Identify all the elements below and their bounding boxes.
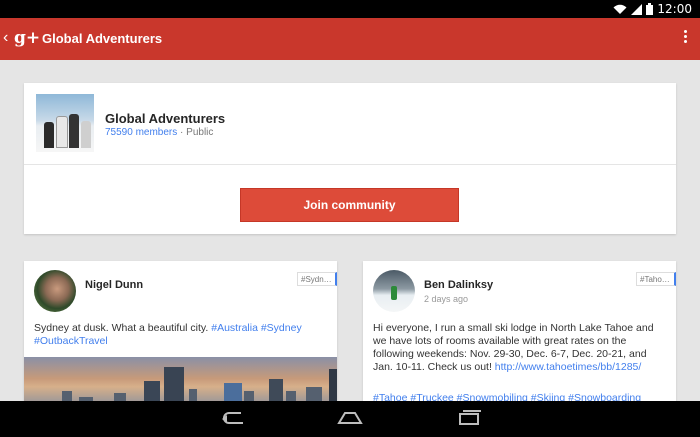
community-photo: [36, 94, 94, 152]
post-author[interactable]: Nigel Dunn: [85, 279, 143, 291]
status-bar: 12:00: [0, 0, 700, 18]
page-title: Global Adventurers: [42, 31, 163, 46]
community-name: Global Adventurers: [105, 111, 226, 126]
post-card[interactable]: Ben Dalinksy 2 days ago #Taho… Hi everyo…: [363, 261, 676, 411]
divider: [24, 164, 676, 165]
avatar[interactable]: [34, 270, 76, 312]
nav-home-icon[interactable]: [337, 410, 363, 426]
post-tag[interactable]: #Taho…: [636, 272, 676, 286]
post-timestamp: 2 days ago: [424, 294, 469, 304]
back-icon[interactable]: ‹: [3, 29, 8, 47]
post-text: Sydney at dusk. What a beautiful city. #…: [34, 322, 326, 348]
post-card[interactable]: Nigel Dunn #Sydn… Sydney at dusk. What a…: [24, 261, 337, 411]
google-plus-logo[interactable]: g+: [14, 28, 40, 48]
community-meta: 75590 members · Public: [105, 127, 213, 138]
overflow-menu-icon[interactable]: [684, 30, 688, 45]
member-count-link[interactable]: 75590 members: [105, 127, 177, 138]
avatar[interactable]: [373, 270, 415, 312]
meta-separator: ·: [177, 127, 187, 138]
signal-icon: [631, 3, 643, 15]
wifi-icon: [613, 4, 627, 14]
post-tag[interactable]: #Sydn…: [297, 272, 337, 286]
post-author[interactable]: Ben Dalinksy: [424, 279, 493, 291]
clock: 12:00: [657, 2, 692, 16]
post-text-plain: Sydney at dusk. What a beautiful city.: [34, 322, 212, 334]
post-text: Hi everyone, I run a small ski lodge in …: [373, 322, 665, 374]
system-navigation-bar: [0, 401, 700, 437]
join-community-button[interactable]: Join community: [240, 188, 459, 222]
visibility-label: Public: [186, 127, 214, 138]
nav-recents-icon[interactable]: [456, 410, 482, 426]
community-header-card: Global Adventurers 75590 members · Publi…: [24, 83, 676, 234]
post-link[interactable]: http://www.tahoetimes/bb/1285/: [495, 361, 642, 373]
battery-icon: [646, 3, 654, 15]
nav-back-icon[interactable]: [219, 410, 245, 426]
action-bar: ‹ g+ Global Adventurers: [0, 18, 700, 60]
